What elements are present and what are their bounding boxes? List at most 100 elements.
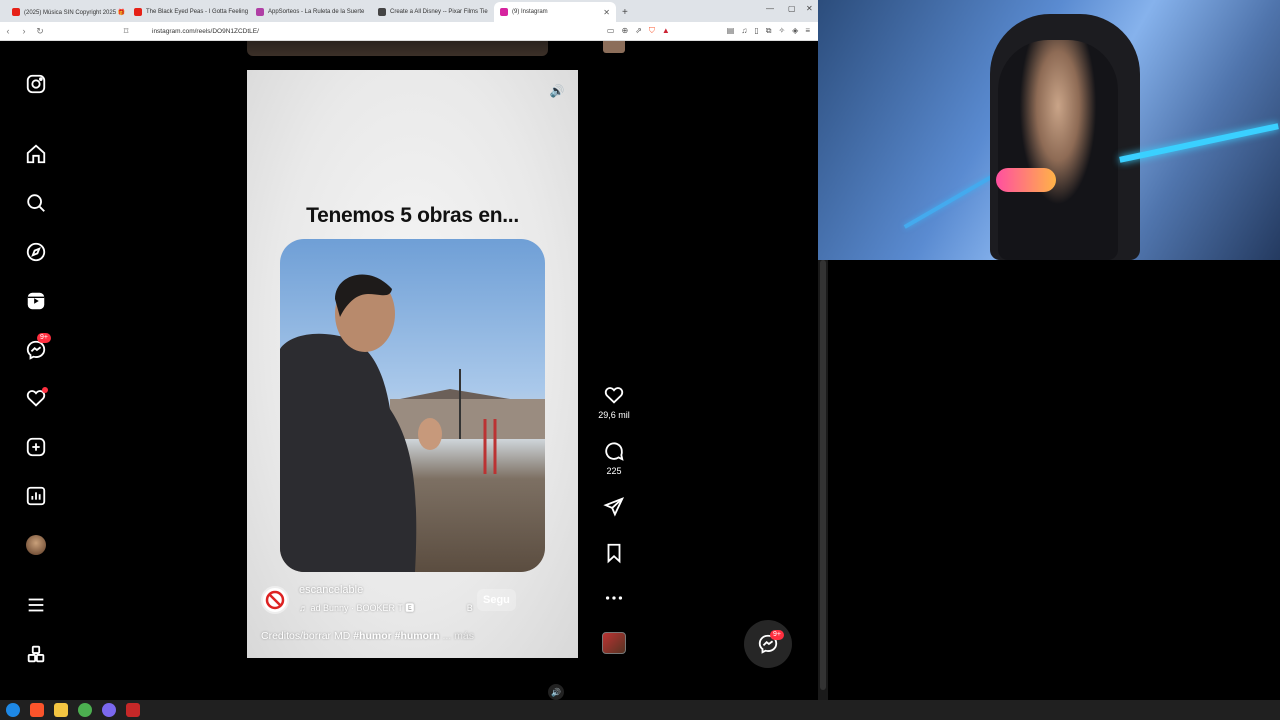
share-icon — [603, 497, 625, 517]
comment-count: 225 — [606, 466, 622, 476]
page-icon — [378, 8, 386, 16]
reel-player[interactable]: 🔊 Tenemos 5 obras en... escancelable ♬ a… — [247, 70, 578, 658]
reading-icon[interactable]: ▯ — [754, 26, 758, 36]
search-icon[interactable] — [23, 190, 49, 216]
led-light — [1119, 123, 1279, 163]
share-page-icon[interactable]: ⇗ — [635, 26, 642, 36]
dashboard-icon[interactable] — [23, 483, 49, 509]
reels-icon[interactable] — [23, 288, 49, 314]
folder-icon[interactable] — [54, 703, 68, 717]
empty-area — [828, 260, 1280, 700]
messages-badge: 9+ — [37, 333, 51, 343]
menu-icon[interactable] — [23, 592, 49, 618]
wallet-icon[interactable]: ◈ — [792, 26, 798, 36]
instagram-favicon-icon — [500, 8, 508, 16]
chrome-icon[interactable] — [78, 703, 92, 717]
browser-menu-icon[interactable]: ≡ — [805, 26, 810, 36]
close-icon[interactable]: ✕ — [603, 8, 610, 17]
toolbar-icons: ▭ ⊕ ⇗ ⛉ ▲ ▤ ♫ ▯ ⧉ ✧ ◈ ≡ — [607, 26, 810, 36]
bookmark-icon[interactable]: ⌑ — [118, 26, 134, 37]
audio-overflow: B — [466, 603, 473, 613]
comment-button[interactable]: 225 — [600, 440, 628, 476]
explore-icon[interactable] — [23, 239, 49, 265]
audio-thumbnail[interactable] — [602, 632, 626, 654]
brave-icon[interactable] — [30, 703, 44, 717]
app-icon[interactable] — [126, 703, 140, 717]
puzzle-icon[interactable]: ✧ — [778, 26, 785, 36]
scrollbar-thumb[interactable] — [820, 260, 826, 690]
tab-appsorteos[interactable]: AppSorteos - La Ruleta de la Suerte — [250, 2, 372, 22]
reel-user-avatar[interactable] — [261, 586, 289, 614]
webcam-overlay — [818, 0, 1280, 260]
window-close-icon[interactable]: ✕ — [806, 4, 813, 13]
youtube-icon — [134, 8, 142, 16]
appsorteos-icon — [256, 8, 264, 16]
tab-bar: (2025) Música SIN Copyright 2025 🎁 The B… — [0, 0, 818, 22]
obs-icon[interactable] — [102, 703, 116, 717]
notification-dot — [42, 387, 48, 393]
apps-icon[interactable] — [23, 641, 49, 667]
reload-icon[interactable]: ↻ — [32, 26, 48, 37]
previous-reel — [247, 41, 548, 56]
messenger-icon[interactable]: 9+ — [23, 333, 51, 363]
minimize-icon[interactable]: — — [766, 4, 774, 13]
more-button[interactable] — [600, 587, 628, 609]
brave-shield-icon[interactable]: ⛉ — [649, 26, 655, 36]
heart-icon[interactable] — [23, 385, 49, 411]
instagram-icon[interactable] — [23, 71, 49, 97]
create-icon[interactable] — [23, 434, 49, 460]
video-scene — [280, 274, 545, 572]
tab-black-eyed-peas[interactable]: The Black Eyed Peas - I Gotta Feeling — [128, 2, 250, 22]
save-button[interactable] — [600, 542, 628, 564]
led-strip — [903, 175, 993, 229]
avatar — [26, 535, 46, 555]
caption-more-link[interactable]: ... más — [442, 630, 474, 642]
extensions-icon[interactable]: ⧉ — [766, 26, 772, 36]
blocked-icon — [265, 590, 285, 610]
reel-username[interactable]: escancelable — [299, 584, 363, 596]
follow-button[interactable]: Segu — [477, 589, 516, 611]
previous-audio-thumb — [603, 41, 625, 53]
url-input[interactable]: instagram.com/reels/DO9N1ZCDtLE/ — [152, 28, 259, 35]
forward-icon[interactable]: › — [16, 26, 32, 36]
taskbar — [0, 700, 1280, 720]
reel-audio[interactable]: ♬ ad Bunny · BOOKER T 🅴 B — [299, 601, 473, 614]
more-icon — [605, 596, 623, 600]
next-reel-sound-icon[interactable]: 🔊 — [548, 684, 564, 700]
rewards-icon[interactable]: ▲ — [662, 26, 670, 36]
zoom-icon[interactable]: ⊕ — [621, 26, 628, 36]
fab-badge: 9+ — [770, 630, 784, 640]
profile-avatar[interactable] — [23, 532, 49, 558]
screen-icon[interactable]: ▭ — [607, 26, 615, 36]
share-button[interactable] — [600, 496, 628, 518]
browser-window: (2025) Música SIN Copyright 2025 🎁 The B… — [0, 0, 818, 700]
reel-caption[interactable]: Creditos/borrar MD #humor #humorn ... má… — [261, 630, 474, 642]
instagram-sidebar: 9+ — [0, 41, 72, 700]
like-icon — [604, 387, 624, 404]
caption-hashtags[interactable]: #humor #humorn — [353, 630, 439, 642]
microphone — [996, 168, 1056, 192]
home-icon[interactable] — [23, 141, 49, 167]
tab-instagram[interactable]: (9) Instagram ✕ — [494, 2, 616, 22]
streamer — [998, 40, 1118, 260]
tab-disney[interactable]: Create a All Disney -- Pixar Films Tie — [372, 2, 494, 22]
reel-video-frame — [280, 239, 545, 572]
new-tab-button[interactable]: + — [616, 2, 634, 22]
caption-text: Creditos/borrar MD — [261, 630, 354, 642]
sound-icon[interactable]: 🔊 — [548, 82, 566, 100]
media-icon[interactable]: ♫ — [741, 26, 747, 36]
save-icon — [607, 543, 621, 564]
youtube-icon — [12, 8, 20, 16]
tab-musica[interactable]: (2025) Música SIN Copyright 2025 🎁 — [6, 2, 128, 22]
page-scrollbar[interactable] — [818, 260, 828, 700]
sidebar-toggle-icon[interactable]: ▤ — [727, 26, 735, 36]
like-button[interactable]: 29,6 mil — [598, 384, 630, 420]
messages-fab[interactable]: 9+ — [744, 620, 792, 668]
back-icon[interactable]: ‹ — [0, 26, 16, 36]
start-icon[interactable] — [6, 703, 20, 717]
comment-icon — [605, 442, 624, 461]
like-count: 29,6 mil — [598, 410, 630, 420]
maximize-icon[interactable]: ▢ — [788, 4, 796, 13]
audio-label: ♬ ad Bunny · BOOKER T 🅴 — [299, 603, 415, 613]
reel-headline: Tenemos 5 obras en... — [306, 204, 519, 227]
